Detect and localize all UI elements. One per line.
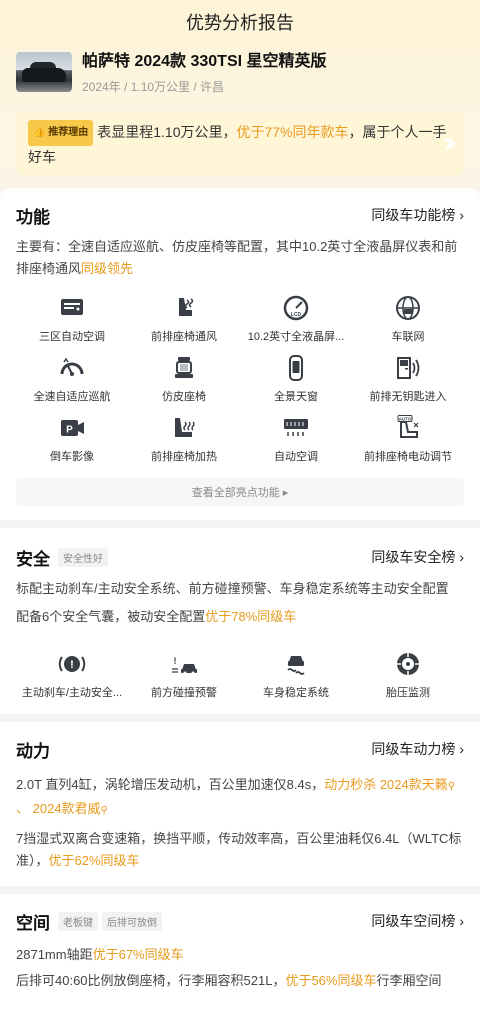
- safety-rank-link[interactable]: 同级车安全榜 ›: [371, 547, 464, 567]
- function-rank-link[interactable]: 同级车功能榜 ›: [371, 205, 464, 225]
- competitor-link[interactable]: 动力秒杀 2024款天籁: [324, 777, 448, 792]
- seat-heating-icon: [175, 418, 195, 437]
- connected-car-icon: [396, 296, 420, 320]
- adaptive-cruise-icon: [60, 357, 84, 376]
- page-bottom-spacer: [0, 1006, 480, 1024]
- feature-item[interactable]: 车身稳定系统: [240, 650, 352, 700]
- feature-item[interactable]: 车联网: [352, 294, 464, 344]
- recommend-text-a: 表显里程1.10万公里，: [97, 124, 237, 140]
- chevron-right-icon: ›: [459, 549, 464, 565]
- feature-item[interactable]: 仿皮座椅: [128, 354, 240, 404]
- recommend-reason-box: 👍 推荐理由 表显里程1.10万公里，优于77%同年款车，属于个人一手好车 ››: [16, 112, 464, 176]
- svg-text:!: !: [174, 656, 177, 666]
- section-divider: [0, 886, 480, 894]
- feature-item[interactable]: ! 前方碰撞预警: [128, 650, 240, 700]
- svg-text:AUTO: AUTO: [399, 416, 412, 421]
- competitor-link[interactable]: 2024款君威: [33, 801, 101, 816]
- leather-seat-icon: [175, 357, 193, 378]
- power-rank-link[interactable]: 同级车动力榜 ›: [371, 739, 464, 759]
- sunroof-icon: [289, 355, 303, 381]
- power-desc-2: 7挡湿式双离合变速箱，换挡平顺，传动效率高，百公里油耗仅6.4L（WLTC标准）…: [16, 831, 462, 868]
- recommend-tag: 👍 推荐理由: [28, 120, 94, 146]
- lcd-gauge-icon: LCD: [283, 295, 309, 321]
- svg-text:!: !: [70, 659, 74, 671]
- collision-warning-icon: !: [172, 656, 197, 675]
- reverse-camera-icon: P: [61, 420, 84, 436]
- section-divider: [0, 520, 480, 528]
- feature-item[interactable]: 胎压监测: [352, 650, 464, 700]
- recommend-highlight: 优于77%同年款车: [236, 124, 349, 140]
- safety-desc-1: 标配主动刹车/主动安全系统、前方碰撞预警、车身稳定系统等主动安全配置: [16, 581, 449, 596]
- keyless-entry-icon: [397, 357, 420, 379]
- svg-text:P: P: [66, 425, 73, 436]
- feature-item[interactable]: ! 主动刹车/主动安全...: [16, 650, 128, 700]
- car-name: 帕萨特 2024款 330TSI 星空精英版: [82, 53, 327, 70]
- svg-text:LCD: LCD: [291, 312, 302, 318]
- chevron-right-icon: ›: [459, 741, 464, 757]
- function-feature-grid: 三区自动空调 前排座椅通风 LCD 10.2英寸全液晶屏... 车联网 全速自适…: [16, 294, 464, 464]
- tire-pressure-icon: [397, 653, 419, 675]
- space-section: 空间 老板键 后排可放倒 同级车空间榜 › 2871mm轴距优于67%同级车 后排…: [0, 894, 480, 1006]
- power-desc-1: 2.0T 直列4缸，涡轮增压发动机，百公里加速仅8.4s，动力秒杀 2024款天…: [16, 777, 456, 816]
- space-title: 空间: [16, 913, 50, 933]
- car-meta: 2024年 / 1.10万公里 / 许昌: [82, 80, 225, 94]
- space-rank-link[interactable]: 同级车空间榜 ›: [371, 911, 464, 931]
- active-brake-icon: !: [58, 656, 86, 672]
- chevron-right-icon: ›: [459, 207, 464, 223]
- feature-item[interactable]: 三区自动空调: [16, 294, 128, 344]
- function-title: 功能: [16, 207, 50, 227]
- car-summary[interactable]: 帕萨特 2024款 330TSI 星空精英版 2024年 / 1.10万公里 /…: [0, 44, 480, 104]
- feature-item[interactable]: AUTO 前排座椅电动调节: [352, 414, 464, 464]
- seat-ventilation-icon: [179, 298, 194, 316]
- search-icon: ⚲: [447, 781, 456, 792]
- power-section: 动力 同级车动力榜 › 2.0T 直列4缸，涡轮增压发动机，百公里加速仅8.4s，…: [0, 722, 480, 886]
- safety-feature-grid: ! 主动刹车/主动安全... ! 前方碰撞预警 车身稳定系统 胎压监测: [16, 650, 464, 700]
- feature-item[interactable]: 前排座椅通风: [128, 294, 240, 344]
- section-divider: [0, 714, 480, 722]
- feature-item[interactable]: 自动空调: [240, 414, 352, 464]
- auto-ac-icon: [284, 419, 308, 436]
- feature-item[interactable]: 全景天窗: [240, 354, 352, 404]
- feature-item[interactable]: P 倒车影像: [16, 414, 128, 464]
- feature-item[interactable]: LCD 10.2英寸全液晶屏...: [240, 294, 352, 344]
- safety-desc-2: 配备6个安全气囊，被动安全配置优于78%同级车: [16, 609, 297, 624]
- space-badge-2: 后排可放倒: [102, 911, 162, 931]
- space-badge-1: 老板键: [58, 911, 98, 931]
- function-section: 功能 同级车功能榜 › 主要有：全速自适应巡航、仿皮座椅等配置，其中10.2英寸全…: [0, 188, 480, 520]
- space-desc-1: 2871mm轴距优于67%同级车: [16, 947, 184, 962]
- chevron-right-icon: ›: [459, 913, 464, 929]
- safety-title: 安全: [16, 549, 50, 569]
- space-desc-2: 后排可40:60比例放倒座椅，行李厢容积521L，优于56%同级车行李厢空间: [16, 973, 442, 988]
- function-desc: 主要有：全速自适应巡航、仿皮座椅等配置，其中10.2英寸全液晶屏仪表和前排座椅通…: [16, 239, 458, 276]
- safety-badge: 安全性好: [58, 547, 108, 567]
- decorative-chevron-icon: ››: [443, 126, 455, 157]
- feature-item[interactable]: 前排无钥匙进入: [352, 354, 464, 404]
- feature-item[interactable]: 前排座椅加热: [128, 414, 240, 464]
- search-icon: ⚲: [100, 805, 108, 816]
- power-seat-icon: AUTO: [397, 415, 419, 438]
- power-title: 动力: [16, 741, 50, 761]
- page-title-text: 优势分析报告: [186, 13, 294, 33]
- car-thumbnail: [16, 52, 72, 92]
- page-title: 优势分析报告: [0, 0, 480, 44]
- ac-panel-icon: [61, 299, 83, 315]
- view-all-features-button[interactable]: 查看全部亮点功能 ▸: [16, 478, 464, 506]
- safety-section: 安全 安全性好 同级车安全榜 › 标配主动刹车/主动安全系统、前方碰撞预警、车身稳…: [0, 528, 480, 714]
- stability-control-icon: [287, 656, 305, 675]
- feature-item[interactable]: 全速自适应巡航: [16, 354, 128, 404]
